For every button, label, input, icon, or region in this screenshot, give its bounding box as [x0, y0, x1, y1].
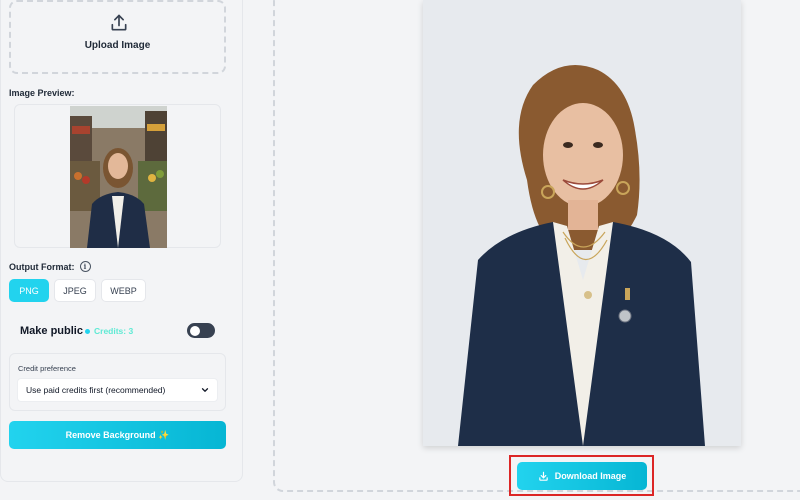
- format-option-png[interactable]: PNG: [9, 279, 49, 302]
- credit-preference-select[interactable]: Use paid credits first (recommended): [17, 378, 218, 402]
- format-option-jpeg[interactable]: JPEG: [54, 279, 96, 302]
- toggle-knob: [190, 325, 200, 336]
- credits-badge: Credits: 3: [85, 326, 133, 336]
- output-format-text: Output Format:: [9, 261, 75, 272]
- download-label: Download Image: [554, 471, 627, 481]
- remove-background-button[interactable]: Remove Background ✨: [9, 421, 226, 449]
- download-image-button[interactable]: Download Image: [517, 462, 647, 490]
- make-public-row: Make public Credits: 3: [20, 322, 216, 340]
- credit-preference-label: Credit preference: [18, 364, 76, 373]
- credits-text: Credits: 3: [94, 326, 134, 336]
- credit-preference-value: Use paid credits first (recommended): [26, 385, 166, 395]
- upload-label: Upload Image: [84, 40, 151, 51]
- result-image: [423, 0, 741, 446]
- credit-preference-box: Credit preference Use paid credits first…: [9, 353, 226, 411]
- make-public-toggle[interactable]: [187, 323, 215, 338]
- credits-dot-icon: [85, 328, 90, 334]
- upload-dropzone[interactable]: Upload Image: [9, 0, 226, 74]
- make-public-label: Make public: [20, 325, 83, 337]
- info-icon[interactable]: i: [79, 261, 91, 272]
- image-preview: [14, 104, 221, 248]
- format-option-webp[interactable]: WEBP: [101, 279, 146, 302]
- preview-thumbnail: [70, 106, 167, 248]
- preview-label: Image Preview:: [9, 88, 75, 98]
- output-format-label: Output Format: i: [9, 261, 91, 272]
- chevron-down-icon: [201, 388, 209, 392]
- download-icon: [538, 471, 548, 481]
- upload-icon: [111, 14, 127, 31]
